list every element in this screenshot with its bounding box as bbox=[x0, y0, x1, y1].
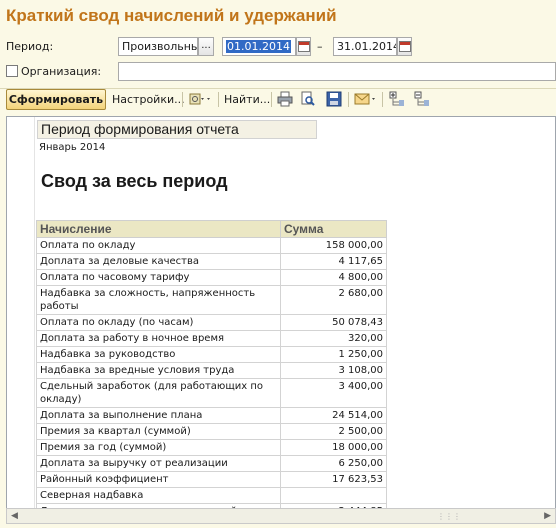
toolbar-separator bbox=[271, 92, 272, 107]
accrual-sum: 17 623,53 bbox=[280, 471, 387, 488]
report-gutter bbox=[7, 117, 35, 511]
table-row[interactable]: Надбавка за сложность, напряженность раб… bbox=[36, 285, 387, 315]
accrual-sum: 158 000,00 bbox=[280, 237, 387, 254]
table-row[interactable]: Премия за квартал (суммой) 2 500,00 bbox=[36, 423, 387, 440]
table-row[interactable]: Оплата по часовому тарифу 4 800,00 bbox=[36, 269, 387, 286]
toolbar-separator bbox=[182, 92, 183, 107]
toolbar-separator bbox=[218, 92, 219, 107]
accrual-name: Премия за квартал (суммой) bbox=[36, 423, 281, 440]
organization-field[interactable] bbox=[118, 62, 556, 81]
accrual-sum: 4 800,00 bbox=[280, 269, 387, 286]
date-from-value: 01.01.2014 bbox=[226, 40, 291, 53]
preview-icon[interactable] bbox=[300, 91, 316, 107]
accrual-sum: 50 078,43 bbox=[280, 314, 387, 331]
scroll-grip-icon[interactable]: ⋮⋮⋮ bbox=[437, 512, 461, 521]
accrual-name: Северная надбавка bbox=[36, 487, 281, 504]
accrual-name: Доплата за работу в ночное время bbox=[36, 330, 281, 347]
generate-button[interactable]: Сформировать bbox=[6, 89, 106, 110]
accrual-name: Надбавка за вредные условия труда bbox=[36, 362, 281, 379]
table-row[interactable]: Доплата за деловые качества 4 117,65 bbox=[36, 253, 387, 270]
accrual-name: Надбавка за сложность, напряженность раб… bbox=[36, 285, 281, 315]
variants-icon[interactable] bbox=[189, 91, 205, 107]
toolbar-separator bbox=[382, 92, 383, 107]
accrual-sum: 2 680,00 bbox=[280, 285, 387, 315]
accrual-name: Оплата по окладу bbox=[36, 237, 281, 254]
accrual-sum: 1 250,00 bbox=[280, 346, 387, 363]
table-row[interactable]: Надбавка за руководство 1 250,00 bbox=[36, 346, 387, 363]
date-to-calendar-button[interactable] bbox=[397, 37, 412, 56]
table-row[interactable]: Сдельный заработок (для работающих по ок… bbox=[36, 378, 387, 408]
toolbar-separator bbox=[348, 92, 349, 107]
table-row[interactable]: Надбавка за вредные условия труда 3 108,0… bbox=[36, 362, 387, 379]
accrual-name: Районный коэффициент bbox=[36, 471, 281, 488]
print-icon[interactable] bbox=[277, 91, 293, 107]
table-row[interactable]: Доплата за выручку от реализации 6 250,00 bbox=[36, 455, 387, 472]
period-choose-button[interactable]: ... bbox=[198, 37, 214, 56]
report-summary-title: Свод за весь период bbox=[41, 171, 228, 191]
accrual-sum: 320,00 bbox=[280, 330, 387, 347]
settings-button[interactable]: Настройки... bbox=[112, 93, 185, 106]
accruals-table: Начисление Сумма Оплата по окладу 158 000… bbox=[36, 220, 387, 511]
scroll-left-icon[interactable]: ◀ bbox=[11, 511, 18, 521]
table-row[interactable]: Доплата за выполнение плана 24 514,00 bbox=[36, 407, 387, 424]
table-row[interactable]: Северная надбавка bbox=[36, 487, 387, 504]
scroll-right-icon[interactable]: ▶ bbox=[544, 511, 551, 521]
accrual-name: Сдельный заработок (для работающих по ок… bbox=[36, 378, 281, 408]
table-row[interactable]: Районный коэффициент 17 623,53 bbox=[36, 471, 387, 488]
calendar-icon bbox=[298, 41, 310, 52]
table-row[interactable]: Доплата за работу в ночное время 320,00 bbox=[36, 330, 387, 347]
accrual-name: Доплата за выполнение плана bbox=[36, 407, 281, 424]
accrual-sum: 2 500,00 bbox=[280, 423, 387, 440]
table-row[interactable]: Премия за год (суммой) 18 000,00 bbox=[36, 439, 387, 456]
accrual-name: Доплата за деловые качества bbox=[36, 253, 281, 270]
organization-checkbox[interactable] bbox=[6, 65, 18, 77]
expand-groups-icon[interactable] bbox=[389, 91, 405, 107]
calendar-icon bbox=[399, 41, 411, 52]
date-from-field[interactable]: 01.01.2014 bbox=[222, 37, 296, 56]
accrual-name: Оплата по часовому тарифу bbox=[36, 269, 281, 286]
report-period-header: Период формирования отчета bbox=[37, 120, 317, 139]
collapse-groups-icon[interactable] bbox=[414, 91, 430, 107]
column-header-sum: Сумма bbox=[280, 220, 387, 238]
accrual-sum: 6 250,00 bbox=[280, 455, 387, 472]
period-mode-field[interactable]: Произвольный bbox=[118, 37, 198, 56]
accrual-name: Надбавка за руководство bbox=[36, 346, 281, 363]
save-icon[interactable] bbox=[326, 91, 342, 107]
accrual-name: Премия за год (суммой) bbox=[36, 439, 281, 456]
accrual-sum bbox=[280, 487, 387, 504]
column-header-accrual: Начисление bbox=[36, 220, 281, 238]
table-body: Оплата по окладу 158 000,00 Доплата за дел… bbox=[36, 237, 387, 511]
window-title: Краткий свод начислений и удержаний bbox=[6, 6, 337, 25]
mail-icon[interactable] bbox=[354, 91, 370, 107]
report-document[interactable]: Период формирования отчета Январь 2014 С… bbox=[6, 116, 556, 512]
table-row[interactable]: Оплата по окладу 158 000,00 bbox=[36, 237, 387, 254]
accrual-name: Доплата за выручку от реализации bbox=[36, 455, 281, 472]
accrual-sum: 4 117,65 bbox=[280, 253, 387, 270]
table-header-row: Начисление Сумма bbox=[36, 220, 387, 238]
accrual-sum: 24 514,00 bbox=[280, 407, 387, 424]
date-to-field[interactable]: 31.01.2014 bbox=[333, 37, 397, 56]
find-button[interactable]: Найти... bbox=[224, 93, 270, 106]
accrual-sum: 3 108,00 bbox=[280, 362, 387, 379]
accrual-sum: 3 400,00 bbox=[280, 378, 387, 408]
report-period-value: Январь 2014 bbox=[39, 142, 106, 153]
accrual-sum: 18 000,00 bbox=[280, 439, 387, 456]
organization-label: Организация: bbox=[21, 65, 102, 78]
period-dash: – bbox=[317, 40, 323, 53]
accrual-name: Оплата по окладу (по часам) bbox=[36, 314, 281, 331]
date-from-calendar-button[interactable] bbox=[296, 37, 311, 56]
horizontal-scrollbar[interactable]: ◀ ⋮⋮⋮ ▶ bbox=[6, 508, 556, 524]
table-row[interactable]: Оплата по окладу (по часам) 50 078,43 bbox=[36, 314, 387, 331]
period-label: Период: bbox=[6, 40, 54, 53]
